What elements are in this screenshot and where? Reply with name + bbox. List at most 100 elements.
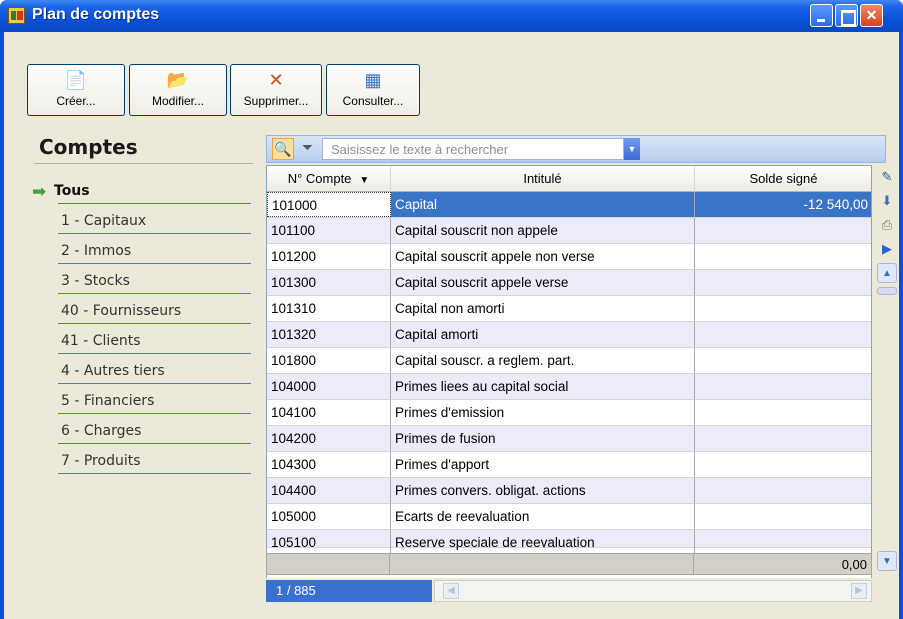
window-client: 📄 Créer... 📂 Modifier... ✕ Supprimer... … (4, 32, 899, 619)
cell-num: 101100 (267, 218, 391, 243)
cell-intitule: Primes convers. obligat. actions (391, 478, 695, 503)
side-toolbar: ✎ ⬇ ⎙ ▶ ▲ ▼ (874, 165, 899, 583)
print-icon[interactable]: ⎙ (877, 215, 897, 235)
table-row[interactable]: 104000 Primes liees au capital social (267, 374, 871, 400)
category-item-stocks[interactable]: 3 - Stocks (30, 271, 261, 301)
cell-num: 104000 (267, 374, 391, 399)
search-icon[interactable]: 🔍 (272, 138, 294, 160)
total-solde: 0,00 (841, 557, 867, 572)
filter-icon[interactable]: ⏷ (302, 139, 313, 156)
column-header-intitule[interactable]: Intitulé (391, 166, 695, 192)
close-button[interactable]: ✕ (860, 4, 883, 27)
maximize-button[interactable] (835, 4, 858, 27)
delete-button-label: Supprimer... (243, 94, 309, 108)
cell-solde (695, 374, 871, 399)
cell-intitule: Capital souscrit non appele (391, 218, 695, 243)
table-row[interactable]: 101000 Capital -12 540,00 (267, 192, 871, 218)
category-item-fournisseurs[interactable]: 40 - Fournisseurs (30, 301, 261, 331)
table-row[interactable]: 104300 Primes d'apport (267, 452, 871, 478)
create-button[interactable]: 📄 Créer... (27, 64, 125, 116)
record-count: 1 / 885 (266, 580, 432, 602)
cell-intitule: Capital non amorti (391, 296, 695, 321)
column-header-solde[interactable]: Solde signé (695, 166, 871, 192)
table-row[interactable]: 105100 Reserve speciale de reevaluation (267, 530, 871, 555)
cell-solde (695, 348, 871, 373)
footer-divider (693, 554, 694, 574)
cell-solde (695, 218, 871, 243)
cell-intitule: Capital souscr. a reglem. part. (391, 348, 695, 373)
table-row[interactable]: 104400 Primes convers. obligat. actions (267, 478, 871, 504)
column-header-num[interactable]: N° Compte ▼ (267, 166, 391, 192)
table-row[interactable]: 101100 Capital souscrit non appele (267, 218, 871, 244)
table-row[interactable]: 105000 Ecarts de reevaluation (267, 504, 871, 530)
category-label: 6 - Charges (61, 423, 142, 439)
cell-num: 104200 (267, 426, 391, 451)
arrow-right-icon: ➡ (32, 182, 47, 202)
category-label: 5 - Financiers (61, 393, 155, 409)
cell-solde (695, 478, 871, 503)
cell-solde (695, 530, 871, 555)
category-label: 7 - Produits (61, 453, 141, 469)
scroll-thumb[interactable] (877, 287, 897, 295)
scroll-right-icon[interactable]: ▶ (851, 583, 867, 599)
category-item-immos[interactable]: 2 - Immos (30, 241, 261, 271)
accounts-panel: Comptes ➡ Tous 1 - Capitaux 2 - Immos 3 … (30, 125, 261, 619)
category-label: 1 - Capitaux (61, 213, 147, 229)
modify-button-label: Modifier... (151, 94, 205, 108)
title-bar: Plan de comptes ✕ (0, 0, 903, 32)
cell-intitule: Capital souscrit appele verse (391, 270, 695, 295)
cell-num: 101320 (267, 322, 391, 347)
play-icon[interactable]: ▶ (877, 239, 897, 259)
toolbar: 📄 Créer... 📂 Modifier... ✕ Supprimer... … (4, 32, 899, 124)
table-row[interactable]: 101300 Capital souscrit appele verse (267, 270, 871, 296)
category-item-financiers[interactable]: 5 - Financiers (30, 391, 261, 421)
category-item-clients[interactable]: 41 - Clients (30, 331, 261, 361)
table-row[interactable]: 101800 Capital souscr. a reglem. part. (267, 348, 871, 374)
cell-num: 104100 (267, 400, 391, 425)
category-item-tous[interactable]: ➡ Tous (30, 181, 261, 211)
cell-intitule: Capital (391, 192, 695, 217)
search-dropdown-button[interactable]: ▼ (624, 138, 640, 160)
main-window: Plan de comptes ✕ 📄 Créer... 📂 Modifier.… (0, 0, 903, 619)
cell-solde: -12 540,00 (695, 192, 871, 217)
category-item-capitaux[interactable]: 1 - Capitaux (30, 211, 261, 241)
table-header: N° Compte ▼ Intitulé Solde signé (267, 166, 871, 192)
scroll-down-icon[interactable]: ▼ (877, 551, 897, 571)
cell-solde (695, 400, 871, 425)
cell-intitule: Primes liees au capital social (391, 374, 695, 399)
cell-num: 104400 (267, 478, 391, 503)
cell-num: 104300 (267, 452, 391, 477)
category-item-autres-tiers[interactable]: 4 - Autres tiers (30, 361, 261, 391)
cell-solde (695, 452, 871, 477)
search-input[interactable] (322, 138, 624, 160)
scroll-left-icon[interactable]: ◀ (443, 583, 459, 599)
minimize-button[interactable] (810, 4, 833, 27)
delete-icon: ✕ (268, 70, 284, 90)
category-label: Tous (54, 183, 90, 199)
export-icon[interactable]: ⬇ (877, 191, 897, 211)
table-row[interactable]: 101200 Capital souscrit appele non verse (267, 244, 871, 270)
category-label: 4 - Autres tiers (61, 363, 165, 379)
cell-num: 105000 (267, 504, 391, 529)
cell-num: 101000 (267, 192, 391, 217)
table-row[interactable]: 104100 Primes d'emission (267, 400, 871, 426)
open-folder-icon: 📂 (166, 70, 190, 90)
table-row[interactable]: 101310 Capital non amorti (267, 296, 871, 322)
consult-button[interactable]: ▦ Consulter... (326, 64, 420, 116)
cell-num: 101200 (267, 244, 391, 269)
accounts-table: N° Compte ▼ Intitulé Solde signé 101000 C… (266, 165, 872, 583)
cell-intitule: Capital amorti (391, 322, 695, 347)
cell-intitule: Primes d'apport (391, 452, 695, 477)
table-row[interactable]: 104200 Primes de fusion (267, 426, 871, 452)
modify-button[interactable]: 📂 Modifier... (129, 64, 227, 116)
panel-divider (34, 163, 253, 164)
category-item-produits[interactable]: 7 - Produits (30, 451, 261, 481)
delete-button[interactable]: ✕ Supprimer... (230, 64, 322, 116)
cell-num: 101300 (267, 270, 391, 295)
table-row[interactable]: 101320 Capital amorti (267, 322, 871, 348)
edit-icon[interactable]: ✎ (877, 167, 897, 187)
column-header-label: N° Compte (287, 171, 352, 186)
horizontal-scrollbar[interactable]: ◀ ▶ (434, 580, 872, 602)
category-item-charges[interactable]: 6 - Charges (30, 421, 261, 451)
scroll-up-icon[interactable]: ▲ (877, 263, 897, 283)
